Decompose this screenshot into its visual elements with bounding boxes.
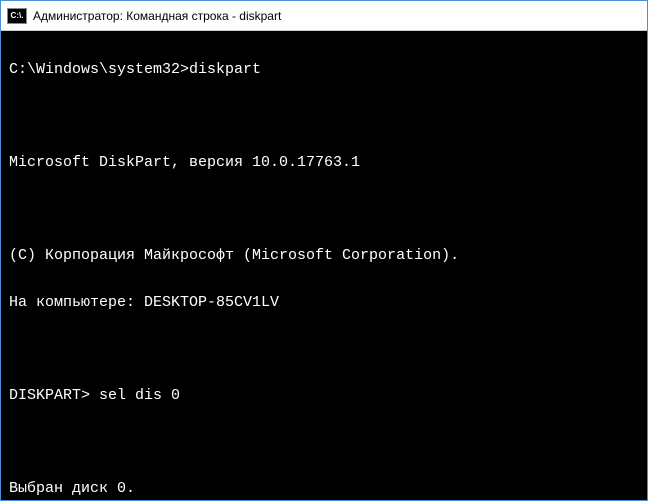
blank-line [9,337,639,360]
app-icon: C:\. [7,8,27,24]
titlebar[interactable]: C:\. Администратор: Командная строка - d… [1,1,647,31]
copyright-line: (С) Корпорация Майкрософт (Microsoft Cor… [9,244,639,267]
command-line: DISKPART> sel dis 0 [9,384,639,407]
blank-line [9,198,639,221]
computer-line: На компьютере: DESKTOP-85CV1LV [9,291,639,314]
window-title: Администратор: Командная строка - diskpa… [33,9,281,23]
prompt-line: C:\Windows\system32>diskpart [9,58,639,81]
version-line: Microsoft DiskPart, версия 10.0.17763.1 [9,151,639,174]
command-prompt-window: C:\. Администратор: Командная строка - d… [0,0,648,501]
terminal-output[interactable]: C:\Windows\system32>diskpart Microsoft D… [1,31,647,500]
result-line: Выбран диск 0. [9,477,639,500]
blank-line [9,105,639,128]
blank-line [9,430,639,453]
